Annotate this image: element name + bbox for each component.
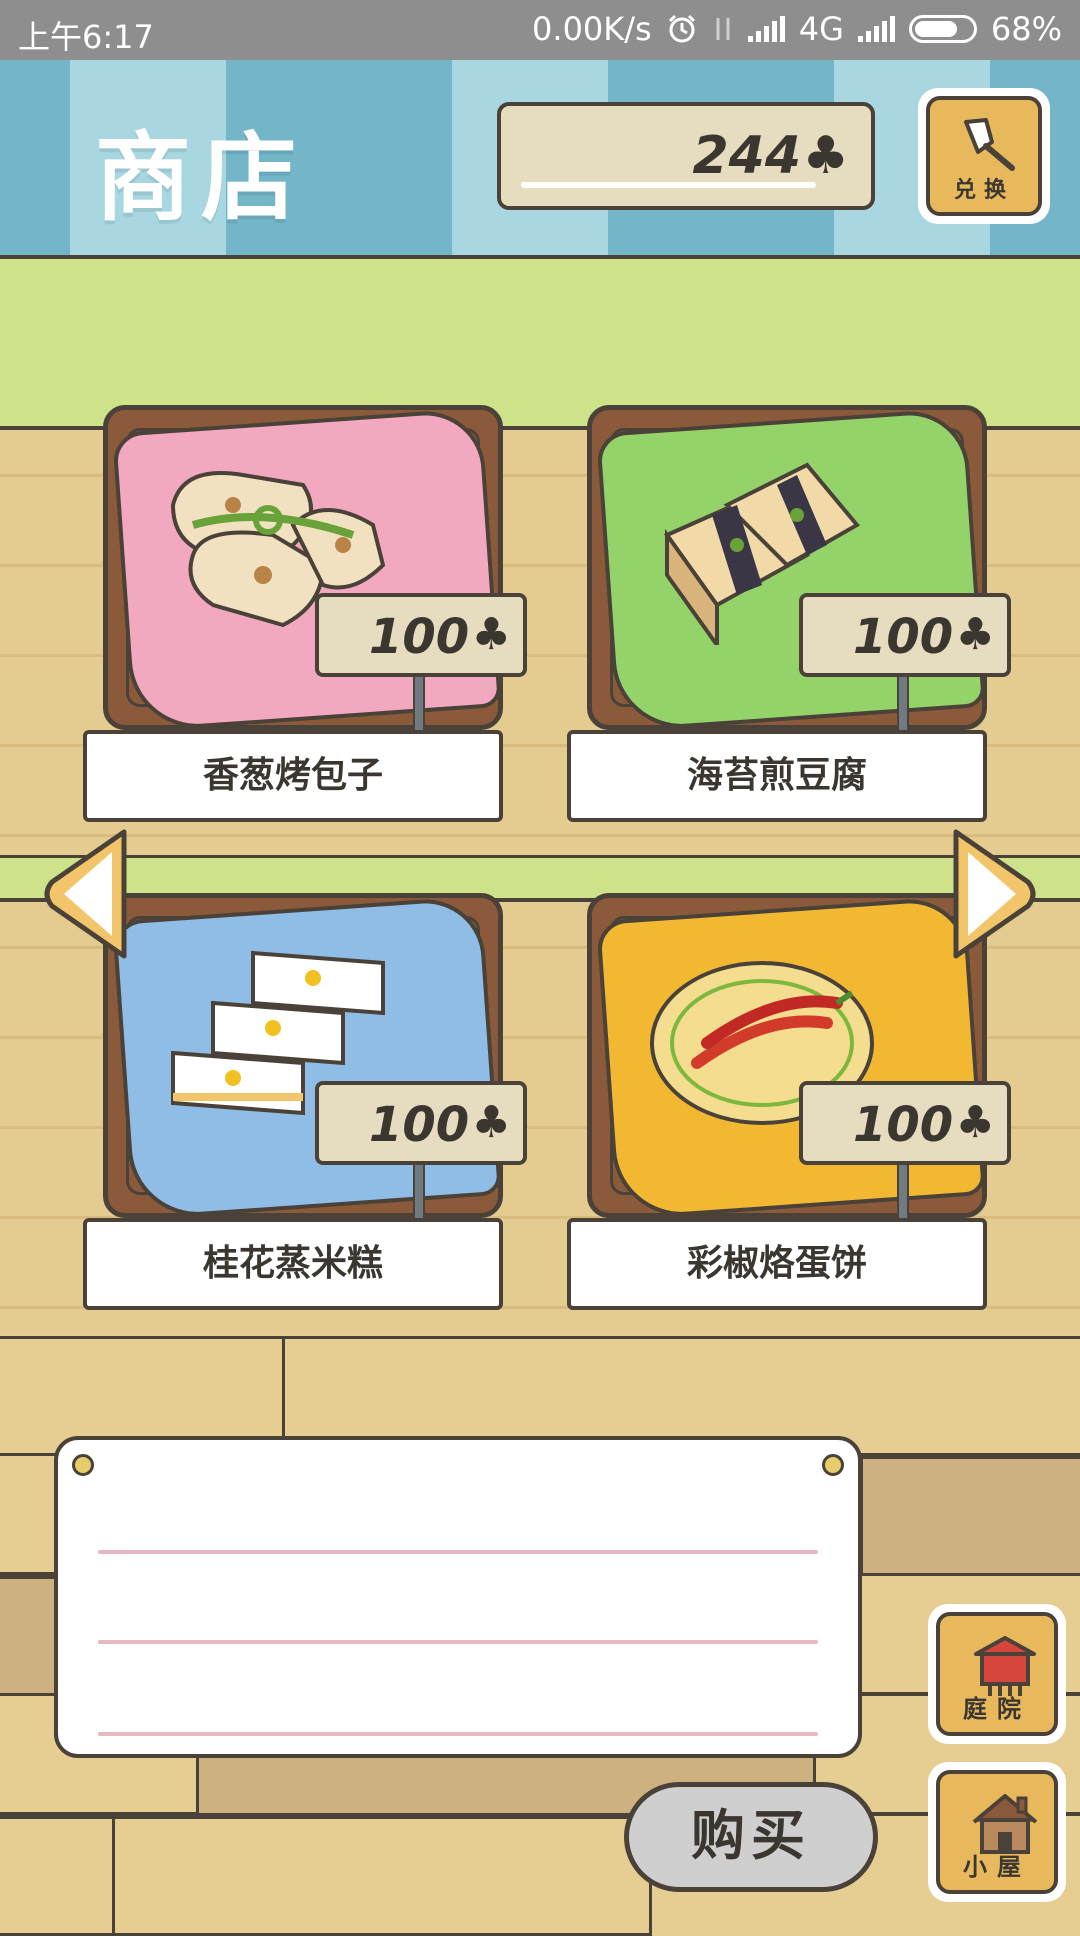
- price-value: 100: [853, 609, 954, 665]
- shop-item[interactable]: 100 ♣ 彩椒烙蛋饼: [567, 893, 1011, 1333]
- battery-percent: 68%: [990, 10, 1062, 48]
- board-line: [98, 1550, 818, 1554]
- price-tag: 100 ♣: [315, 1081, 527, 1165]
- floor-plank: [0, 1816, 116, 1936]
- status-time: 上午6:17: [18, 18, 154, 56]
- price-tag: 100 ♣: [799, 593, 1011, 677]
- signal-icon: [747, 16, 785, 42]
- item-name: 海苔煎豆腐: [567, 730, 987, 822]
- prev-page-arrow-icon[interactable]: [40, 826, 132, 962]
- battery-icon: [908, 15, 977, 43]
- yard-label: 庭院: [963, 1695, 1031, 1723]
- house-button[interactable]: 小屋: [928, 1762, 1066, 1902]
- floor-plank: [112, 1816, 652, 1936]
- price-tag: 100 ♣: [315, 593, 527, 677]
- data-transfer-icon: [716, 18, 730, 40]
- network-speed: 0.00K/s: [532, 10, 652, 48]
- board-pin: [822, 1454, 844, 1476]
- alarm-icon: [668, 14, 695, 43]
- description-board: [54, 1436, 862, 1758]
- status-right: 0.00K/s 4G 68%: [532, 10, 1062, 48]
- signal-icon-2: [857, 16, 895, 42]
- shop-item[interactable]: 100 ♣ 海苔煎豆腐: [567, 405, 1011, 845]
- network-type: 4G: [798, 10, 844, 48]
- clover-icon: ♣: [471, 1097, 511, 1148]
- shop-header: 商店 244 ♣ 兑换: [0, 60, 1080, 259]
- price-value: 100: [853, 1097, 954, 1153]
- shop-item[interactable]: 100 ♣ 桂花蒸米糕: [83, 893, 527, 1333]
- page-title: 商店: [95, 122, 307, 234]
- board-line: [98, 1640, 818, 1644]
- price-value: 100: [369, 609, 470, 665]
- clover-icon: ♣: [471, 609, 511, 660]
- yard-button[interactable]: 庭院: [928, 1604, 1066, 1744]
- item-name: 香葱烤包子: [83, 730, 503, 822]
- clover-underline: [521, 182, 816, 188]
- bell-icon: [964, 118, 1015, 171]
- floor-plank: [860, 1456, 1080, 1576]
- clover-icon: ♣: [955, 1097, 995, 1148]
- clover-balance: 244 ♣: [497, 102, 875, 210]
- exchange-label: 兑换: [953, 178, 1014, 203]
- floor-plank: [0, 1576, 60, 1696]
- clover-count: 244: [692, 126, 801, 186]
- price-value: 100: [369, 1097, 470, 1153]
- next-page-arrow-icon[interactable]: [948, 826, 1040, 962]
- board-pin: [72, 1454, 94, 1476]
- item-name: 桂花蒸米糕: [83, 1218, 503, 1310]
- board-line: [98, 1732, 818, 1736]
- price-tag: 100 ♣: [799, 1081, 1011, 1165]
- item-name: 彩椒烙蛋饼: [567, 1218, 987, 1310]
- exchange-button[interactable]: 兑换: [918, 88, 1050, 224]
- buy-button[interactable]: 购买: [624, 1782, 878, 1892]
- house-label: 小屋: [963, 1853, 1031, 1881]
- clover-icon: ♣: [955, 609, 995, 660]
- clover-icon: ♣: [802, 126, 849, 186]
- status-bar: 上午6:17 0.00K/s 4G 68%: [0, 0, 1080, 60]
- shop-item[interactable]: 100 ♣ 香葱烤包子: [83, 405, 527, 845]
